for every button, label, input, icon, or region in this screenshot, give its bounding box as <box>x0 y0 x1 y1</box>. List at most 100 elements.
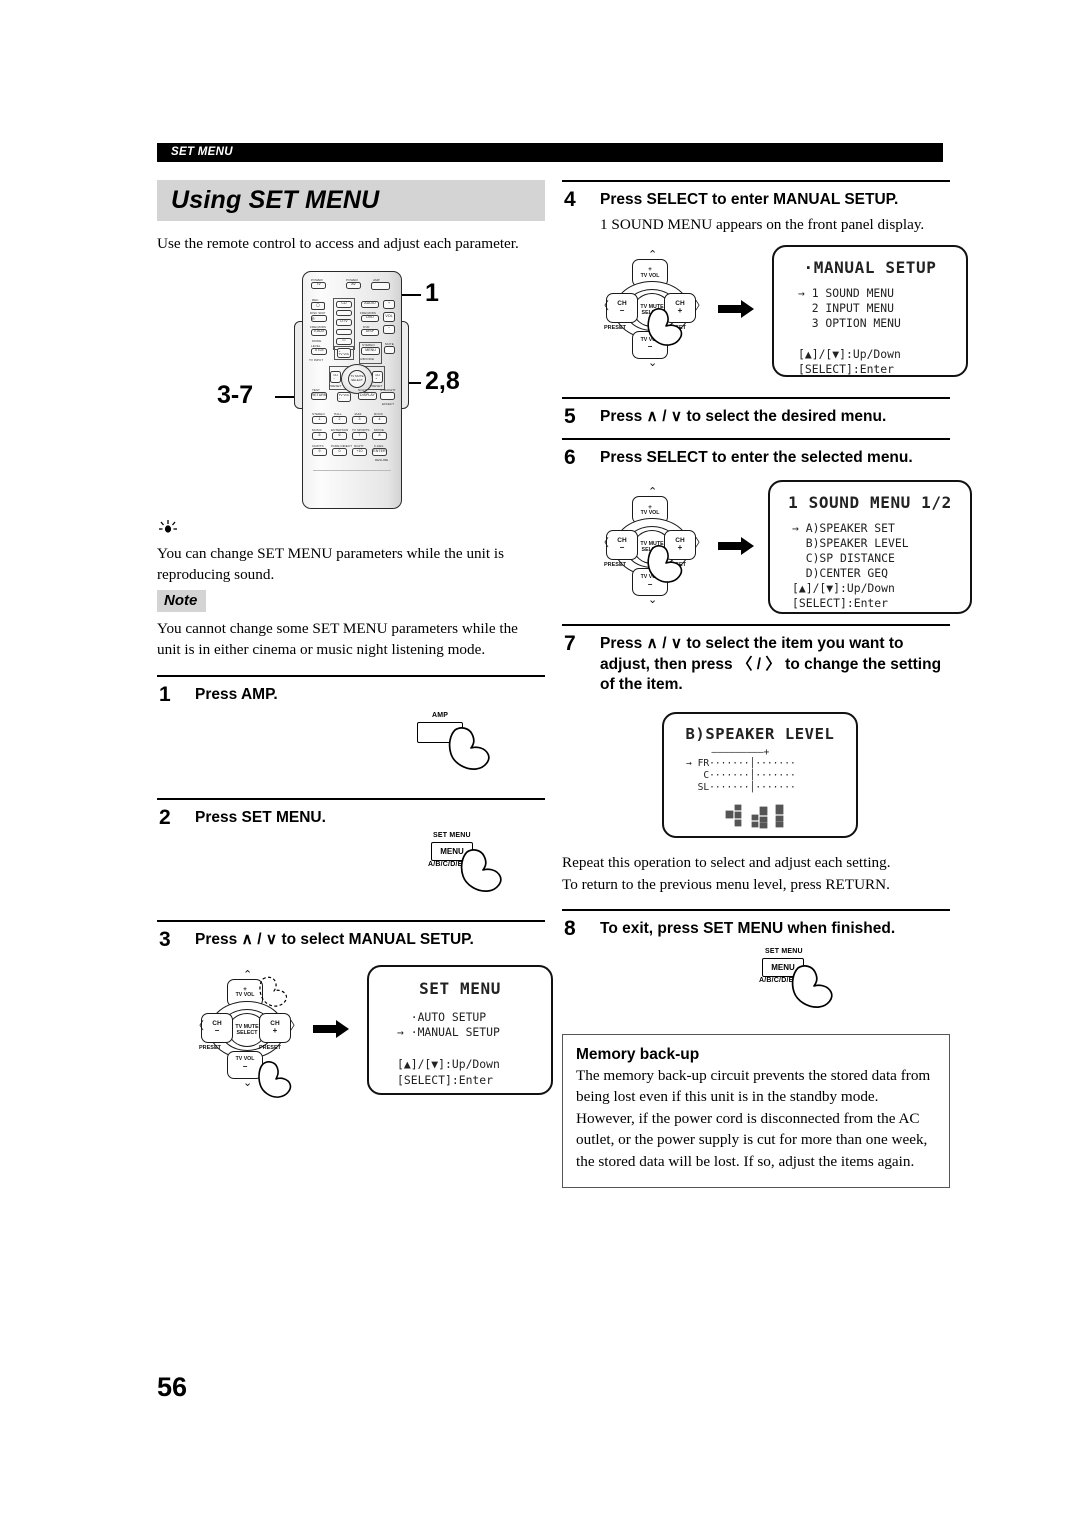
nav-left-chevron-4: 〈 <box>598 298 609 312</box>
step-divider-5 <box>562 396 950 399</box>
pressing-hand-icon <box>791 964 833 1008</box>
memory-backup-text: The memory back-up circuit prevents the … <box>576 1066 931 1171</box>
note-tag: Note <box>157 589 207 612</box>
repeat-note-line-1: Repeat this operation to select and adju… <box>562 853 891 871</box>
sl-row-c: C·······│······· <box>697 769 796 781</box>
remote-button-menu[interactable]: MENU <box>361 346 380 355</box>
step-7-diagram: B)SPEAKER LEVEL –————————+ → FR·······│·… <box>600 711 950 848</box>
step-divider-3 <box>157 920 545 923</box>
remote-button-tv[interactable]: TV <box>311 281 326 289</box>
remote-button-vaux[interactable]: ▭ <box>336 337 352 345</box>
remote-cap-stereo: STEREO <box>312 411 325 416</box>
remote-button-vol[interactable]: VOL <box>383 311 395 322</box>
remote-key-1[interactable]: 1 <box>312 415 327 424</box>
step-6-heading: Press SELECT to enter the selected menu. <box>600 448 913 466</box>
remote-key-4[interactable]: 4 <box>372 415 387 424</box>
remote-button-dtv[interactable]: DTV <box>336 318 352 326</box>
lcd-sound-menu: 1 SOUND MENU 1/2 → A)SPEAKER SET B)SPEAK… <box>768 480 972 615</box>
step-6-diagram: ⌃ +TV VOL TV MUTESELECT CH− CH+ 〈 〉 PRES… <box>598 480 972 620</box>
step-4-number: 4 <box>564 188 576 211</box>
remote-button-vol-up[interactable]: + <box>383 299 395 309</box>
remote-button-dvd[interactable]: DVD <box>361 314 379 322</box>
lcd-set-menu-title: SET MENU <box>419 978 501 998</box>
remote-button-mdcdr[interactable]: MD/CD-R <box>311 314 327 322</box>
remote-cap-cddts: CD/DTS <box>312 443 324 448</box>
remote-label-abcde: A/B/C/D/E <box>360 356 375 361</box>
remote-button-cd[interactable]: CD <box>336 300 352 308</box>
step-3-diagram: ⌃ + TV VOL TV MUTE SELECT CH − CH + 〈 〉 PRES… <box>193 963 553 1103</box>
remote-button-ch-up[interactable]: CH + <box>372 370 383 383</box>
remote-button-av[interactable]: AV <box>346 281 361 289</box>
flow-arrow-shaft-4 <box>718 304 742 313</box>
remote-button-audio[interactable]: AUDIO <box>361 300 379 308</box>
setmenu-button-caption-top-8: SET MENU <box>765 947 803 955</box>
step-2-illustration: SET MENU MENU A/B/C/D/E <box>195 828 545 906</box>
remote-key-plus10[interactable]: +10 <box>352 447 367 456</box>
remote-button-return[interactable]: RETURN <box>311 391 327 400</box>
pressing-hand-icon <box>258 1060 292 1098</box>
remote-button-vol-down[interactable]: − <box>383 324 395 334</box>
note-block: Note <box>157 586 545 612</box>
intro-paragraph: Use the remote control to access and adj… <box>157 235 519 252</box>
remote-dpad-select[interactable]: TV MUTE SELECT <box>348 369 366 388</box>
remote-key-2[interactable]: 2 <box>332 415 347 424</box>
remote-button-down[interactable] <box>336 328 352 335</box>
remote-label-mode: MODE <box>312 338 322 343</box>
lcd-sound-menu-title: 1 SOUND MENU 1/2 <box>788 493 952 513</box>
lcd-set-menu: SET MENU ·AUTO SETUP → ·MANUAL SETUP [▲]… <box>367 964 553 1095</box>
remote-key-7[interactable]: 7 <box>352 431 367 440</box>
remote-control-illustration: 1 2,8 3-7 POWER TV POWER AV AMP REC ◯ DI… <box>157 269 545 515</box>
remote-label-night: NIGHT <box>358 387 368 392</box>
nav-down-chevron-6: ⌄ <box>648 593 658 607</box>
step-3-heading: Press ∧ / ∨ to select MANUAL SETUP. <box>195 931 474 949</box>
remote-button-rec[interactable]: ◯ <box>311 301 325 310</box>
lcd-speaker-level-scale: –————————+ <box>700 746 770 758</box>
speaker-layout-icons <box>725 804 784 829</box>
remote-button-title[interactable]: TITLE <box>311 347 327 355</box>
remote-button-amp[interactable] <box>371 281 390 290</box>
manual-page: SET MENU Using SET MENU Use the remote c… <box>0 0 1080 1528</box>
remote-key-5[interactable]: 5 <box>312 431 327 440</box>
remote-button-up[interactable] <box>336 309 352 316</box>
remote-cap-movie: MOVIE <box>374 427 384 432</box>
remote-key-8[interactable]: 8 <box>372 431 387 440</box>
nav-ch-down-4[interactable]: CH − <box>606 292 638 323</box>
remote-button-straight[interactable] <box>380 391 395 400</box>
memory-backup-box: Memory back-up The memory back-up circui… <box>562 1033 950 1188</box>
pressing-hand-icon <box>460 849 502 892</box>
nav-down-chevron-4: ⌄ <box>648 355 658 369</box>
remote-label-stereo: STEREO <box>362 342 375 347</box>
remote-button-tv-vol-down[interactable]: TV VOL − <box>337 391 351 402</box>
remote-cap-rock: ROCK <box>374 411 383 416</box>
remote-key-enter[interactable]: ENTER <box>372 447 387 456</box>
remote-label-power-av: POWER <box>346 277 358 282</box>
remote-button-vaux2[interactable]: V-AUX <box>311 328 327 336</box>
nav-ch-down-6[interactable]: CH − <box>606 530 638 561</box>
nav-ch-down-3[interactable]: CH − <box>201 1012 233 1043</box>
step-2-heading: Press SET MENU. <box>195 808 326 826</box>
lcd-speaker-level: B)SPEAKER LEVEL –————————+ → FR·······│·… <box>662 711 858 838</box>
step-7-heading: Press ∧ / ∨ to select the item you want … <box>600 635 942 694</box>
step-8-illustration: SET MENU MENU A/B/C/D/E <box>600 940 950 1016</box>
step-3: 3 Press ∧ / ∨ to select MANUAL SETUP. ⌃ … <box>157 928 553 1103</box>
step-7: 7 Press ∧ / ∨ to select the item you wan… <box>562 632 950 848</box>
nav-ch-up-3[interactable]: CH + <box>259 1012 291 1043</box>
remote-label-amp: AMP <box>373 277 380 282</box>
remote-label-tvinput: TV INPUT <box>309 357 324 362</box>
setmenu-button-caption-top: SET MENU <box>433 832 471 840</box>
remote-key-3[interactable]: 3 <box>352 415 367 424</box>
remote-key-0[interactable]: 0 <box>332 447 347 456</box>
remote-key-9[interactable]: 9 <box>312 447 327 456</box>
nav-preset-left-4: PRESET <box>604 324 627 331</box>
remote-button-disp[interactable]: DISP <box>361 328 379 336</box>
lcd-sound-menu-lines: → A)SPEAKER SET B)SPEAKER LEVEL C)SP DIS… <box>792 521 909 611</box>
remote-button-ch-down[interactable]: CH − <box>330 370 341 383</box>
running-header: SET MENU <box>157 143 943 162</box>
step-divider-6 <box>562 437 950 440</box>
remote-button-mute[interactable] <box>384 345 395 354</box>
step-1-heading: Press AMP. <box>195 685 278 703</box>
callout-1: 1 <box>425 278 439 307</box>
remote-button-tv-vol-up[interactable]: + TV VOL <box>337 347 351 358</box>
remote-key-6[interactable]: 6 <box>332 431 347 440</box>
remote-button-display[interactable]: DISPLAY <box>358 391 377 400</box>
